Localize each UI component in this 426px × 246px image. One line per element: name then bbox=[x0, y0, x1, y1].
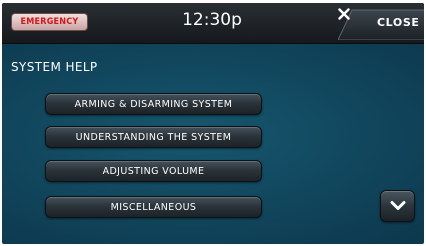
menu-item-label: UNDERSTANDING THE SYSTEM bbox=[75, 131, 232, 143]
menu-item-understanding-system[interactable]: UNDERSTANDING THE SYSTEM bbox=[45, 126, 262, 148]
help-screen: EMERGENCY 12:30p CLOSE SYSTEM HELP ARMIN… bbox=[2, 3, 424, 244]
menu-item-adjusting-volume[interactable]: ADJUSTING VOLUME bbox=[45, 160, 262, 182]
menu-item-arming-disarming[interactable]: ARMING & DISARMING SYSTEM bbox=[45, 93, 262, 115]
menu-item-miscellaneous[interactable]: MISCELLANEOUS bbox=[45, 196, 262, 218]
emergency-label: EMERGENCY bbox=[20, 17, 79, 27]
top-bar: EMERGENCY 12:30p CLOSE bbox=[2, 3, 424, 44]
clock: 12:30p bbox=[182, 10, 242, 30]
emergency-button[interactable]: EMERGENCY bbox=[11, 13, 88, 31]
scroll-down-button[interactable] bbox=[380, 190, 415, 222]
chevron-down-icon bbox=[390, 201, 406, 210]
menu-item-label: ADJUSTING VOLUME bbox=[102, 165, 205, 177]
close-button[interactable]: CLOSE bbox=[338, 8, 424, 40]
close-x-icon bbox=[338, 8, 350, 20]
page-title: SYSTEM HELP bbox=[11, 60, 98, 74]
menu-item-label: ARMING & DISARMING SYSTEM bbox=[74, 98, 233, 110]
close-label: CLOSE bbox=[377, 16, 420, 29]
menu-item-label: MISCELLANEOUS bbox=[110, 201, 197, 213]
